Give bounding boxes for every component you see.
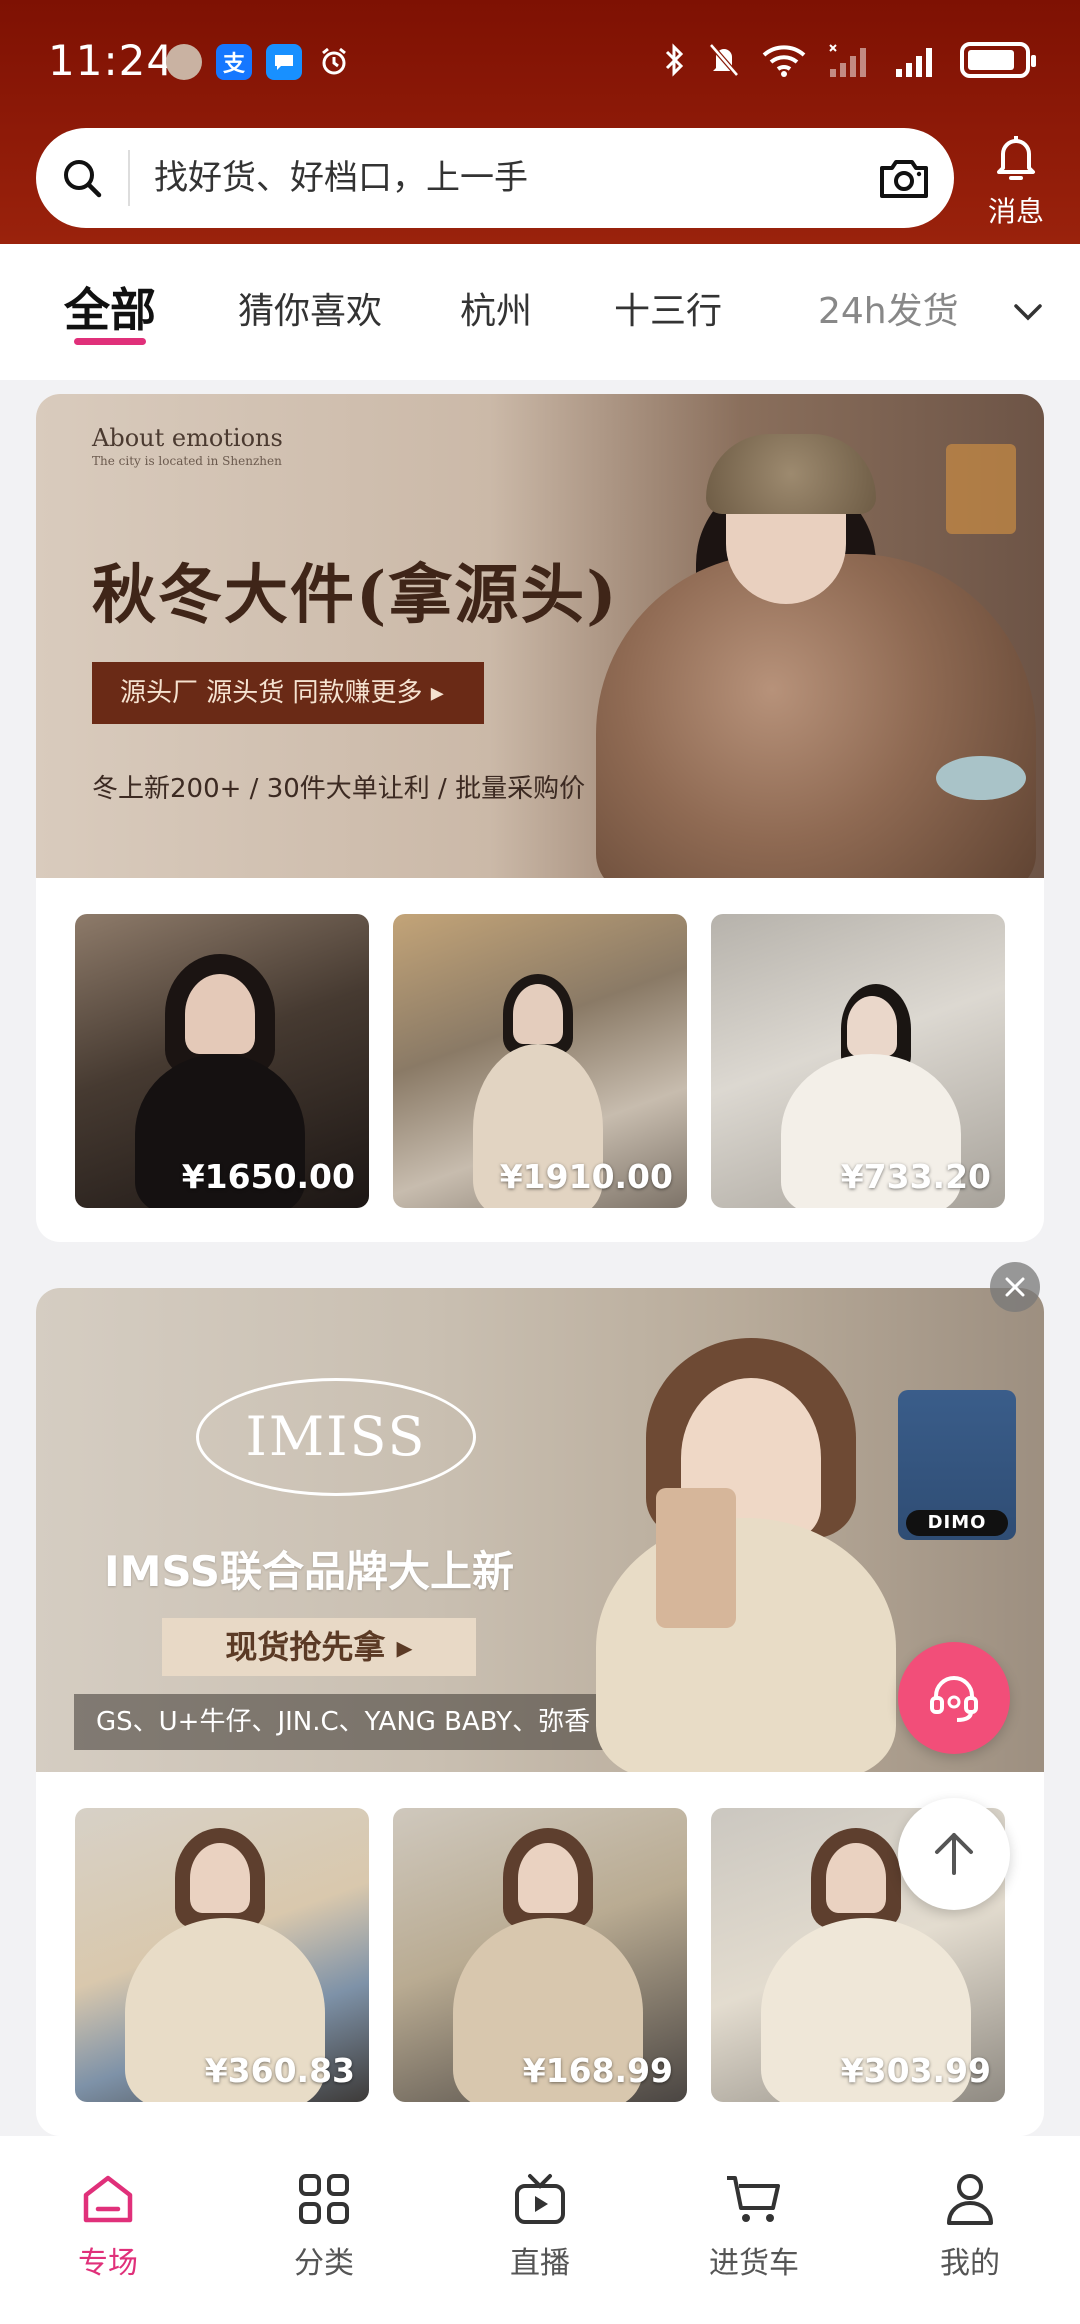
- nav-label: 我的: [940, 2246, 1000, 2281]
- imiss-logo: IMISS: [196, 1378, 476, 1496]
- banner-model-image: [556, 414, 1036, 878]
- bell-icon: [997, 136, 1035, 180]
- bottom-navigation: 专场 分类 直播 进货车 我的: [0, 2136, 1080, 2324]
- promo-banner-1[interactable]: About emotions The city is located in Sh…: [36, 394, 1044, 878]
- signal-icon-1: [829, 44, 866, 77]
- product-price: ¥168.99: [522, 2051, 673, 2090]
- banner2-brands: GS、U+牛仔、JIN.C、YANG BABY、弥香: [74, 1694, 654, 1750]
- back-to-top-button[interactable]: [898, 1798, 1010, 1910]
- user-icon: [947, 2174, 993, 2225]
- banner2-title: IMSS联合品牌大上新: [104, 1547, 515, 1596]
- product-price: ¥733.20: [840, 1157, 991, 1196]
- close-icon: [1005, 1277, 1025, 1297]
- nav-cart[interactable]: 进货车: [684, 2168, 824, 2282]
- product-card[interactable]: ¥1650.00: [75, 914, 369, 1208]
- nav-label: 直播: [510, 2246, 570, 2281]
- camera-icon[interactable]: [854, 128, 954, 228]
- bluetooth-icon: [665, 43, 684, 77]
- nav-label: 分类: [294, 2246, 354, 2281]
- search-bar[interactable]: [36, 128, 954, 228]
- customer-service-button[interactable]: [898, 1642, 1010, 1754]
- nav-category[interactable]: 分类: [254, 2168, 394, 2282]
- nav-special[interactable]: 专场: [38, 2168, 178, 2282]
- alipay-icon: 支: [216, 44, 252, 80]
- search-icon[interactable]: [36, 128, 128, 228]
- product-card[interactable]: ¥168.99: [393, 1808, 687, 2102]
- tab-shisanhang[interactable]: 十三行: [614, 282, 722, 334]
- messages-button[interactable]: 消息: [980, 132, 1052, 228]
- tab-guess-you-like[interactable]: 猜你喜欢: [238, 282, 382, 334]
- banner-brand-en: About emotions: [92, 424, 283, 452]
- promo-banner-2[interactable]: IMISS IMSS联合品牌大上新 现货抢先拿 ▸ GS、U+牛仔、JIN.C、…: [36, 1288, 1044, 1772]
- product-row-2: ¥360.83 ¥168.99 ¥303.99: [36, 1772, 1044, 2136]
- product-card[interactable]: ¥1910.00: [393, 914, 687, 1208]
- status-bar: 11:24 支: [0, 0, 1080, 120]
- tab-all[interactable]: 全部: [64, 274, 156, 340]
- banner-pill: 源头厂 源头货 同款赚更多 ▸: [92, 662, 484, 724]
- alarm-icon: [316, 44, 352, 80]
- dimo-tag: DIMO: [906, 1510, 1008, 1536]
- product-card[interactable]: ¥733.20: [711, 914, 1005, 1208]
- nav-mine[interactable]: 我的: [900, 2168, 1040, 2282]
- search-input[interactable]: [130, 158, 854, 198]
- avatar-app-icon: [166, 44, 202, 80]
- product-price: ¥303.99: [840, 2051, 991, 2090]
- active-tab-indicator: [74, 338, 146, 345]
- product-price: ¥1910.00: [499, 1157, 673, 1196]
- arrow-up-icon: [935, 1833, 973, 1875]
- message-app-icon: [266, 44, 302, 80]
- chevron-down-icon[interactable]: [1006, 290, 1050, 334]
- tab-hangzhou[interactable]: 杭州: [460, 282, 532, 334]
- product-row-1: ¥1650.00 ¥1910.00 ¥733.20: [36, 878, 1044, 1242]
- battery-icon: [960, 42, 1036, 78]
- tab-24h-shipping[interactable]: 24h发货: [818, 282, 959, 334]
- cart-icon: [727, 2176, 780, 2222]
- banner-title: 秋冬大件(拿源头): [92, 558, 619, 633]
- nav-label: 进货车: [709, 2246, 799, 2281]
- product-price: ¥1650.00: [181, 1157, 355, 1196]
- grid-icon: [299, 2174, 349, 2224]
- banner2-pill: 现货抢先拿 ▸: [162, 1618, 476, 1676]
- promo-card-1[interactable]: About emotions The city is located in Sh…: [36, 394, 1044, 1242]
- live-tv-icon: [515, 2174, 565, 2224]
- product-card[interactable]: ¥360.83: [75, 1808, 369, 2102]
- home-icon: [83, 2175, 133, 2223]
- signal-icon-2: [896, 48, 932, 77]
- system-status-icons: [664, 42, 1036, 78]
- headset-icon: [930, 1676, 978, 1722]
- category-tabs: 全部 猜你喜欢 杭州 十三行 24h发货: [0, 244, 1080, 380]
- mute-bell-icon: [709, 43, 739, 77]
- banner-brand-en-sub: The city is located in Shenzhen: [92, 454, 282, 468]
- messages-label: 消息: [987, 195, 1044, 228]
- status-time: 11:24: [48, 36, 175, 85]
- notification-icons: 支: [166, 44, 352, 80]
- product-price: ¥360.83: [204, 2051, 355, 2090]
- app-header: 11:24 支 消息: [0, 0, 1080, 244]
- wifi-icon: [762, 45, 806, 77]
- nav-label: 专场: [78, 2246, 138, 2281]
- nav-live[interactable]: 直播: [470, 2168, 610, 2282]
- close-ad-button[interactable]: [990, 1262, 1040, 1312]
- promo-card-2[interactable]: IMISS IMSS联合品牌大上新 现货抢先拿 ▸ GS、U+牛仔、JIN.C、…: [36, 1288, 1044, 2136]
- banner-subtitle: 冬上新200+ / 30件大单让利 / 批量采购价: [92, 774, 586, 804]
